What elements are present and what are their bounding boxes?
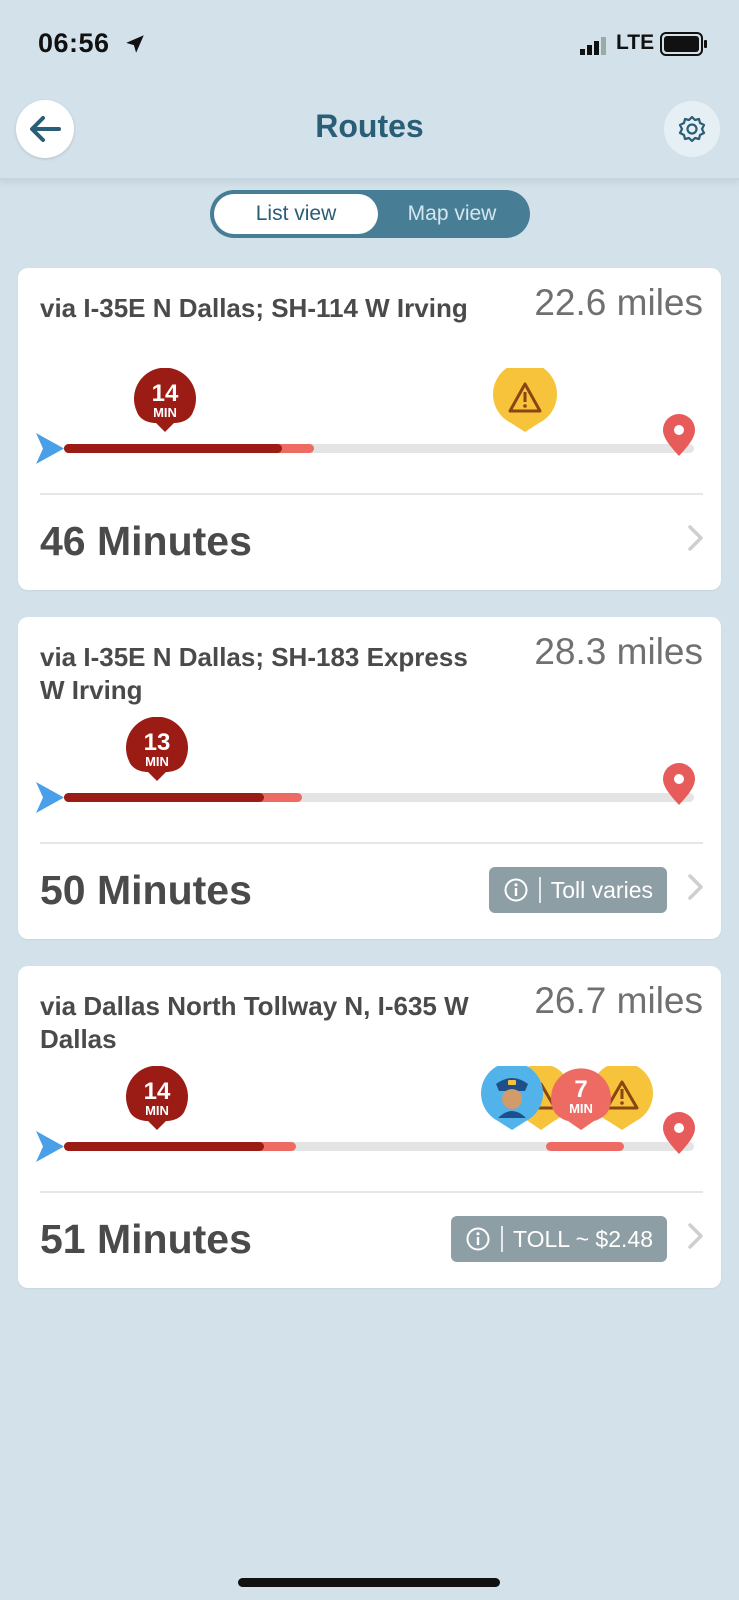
route-traffic-bar: 14 MIN 7 MIN [36,1066,703,1176]
badge-separator [538,877,541,903]
heavy-traffic-segment [64,444,282,453]
route-duration: 50 Minutes [40,867,252,913]
map-view-tab[interactable]: Map view [378,194,526,234]
delay-unit: MIN [569,1101,593,1116]
info-icon [466,1227,490,1251]
status-bar: 06:56 LTE [0,0,739,90]
start-arrow-icon [36,433,64,464]
route-name: via I-35E N Dallas; SH-114 W Irving [40,293,468,323]
traffic-delay-pin: 7 MIN [551,1068,611,1130]
toll-badge[interactable]: Toll varies [488,867,667,913]
divider [40,1191,703,1193]
divider [40,493,703,495]
network-type: LTE [616,31,655,54]
chevron-right-icon [688,525,703,551]
route-card[interactable]: via I-35E N Dallas; SH-183 Express W Irv… [18,617,721,939]
settings-button[interactable] [664,101,720,157]
traffic-delay-pin: 14 MIN [134,368,196,432]
route-card[interactable]: via I-35E N Dallas; SH-114 W Irving 22.6… [18,268,721,590]
route-distance: 22.6 miles [534,282,703,323]
signal-strength-icon [580,37,606,55]
route-duration: 46 Minutes [40,518,252,564]
route-name: via I-35E N Dallas; SH-183 Express W Irv… [40,642,468,705]
location-arrow-icon [126,35,144,53]
header: Routes [0,90,739,180]
traffic-delay-pin: 13 MIN [126,717,188,781]
moderate-traffic-segment [546,1142,624,1151]
hazard-warning-icon [493,368,557,432]
heavy-traffic-segment [64,1142,264,1151]
route-traffic-bar: 13 MIN [36,717,703,827]
delay-unit: MIN [145,1103,169,1118]
delay-minutes: 13 [144,729,171,756]
divider [40,842,703,844]
route-name: via Dallas North Tollway N, I-635 W Dall… [40,991,469,1054]
start-arrow-icon [36,1131,64,1162]
status-time: 06:56 [38,28,110,58]
delay-unit: MIN [145,754,169,769]
badge-separator [500,1226,503,1252]
page-title: Routes [315,108,424,144]
chevron-right-icon [688,874,703,900]
battery-icon [660,32,707,56]
route-duration: 51 Minutes [40,1216,252,1262]
start-arrow-icon [36,782,64,813]
route-traffic-bar: 14 MIN [36,368,703,478]
heavy-traffic-segment [64,793,264,802]
traffic-delay-pin: 14 MIN [126,1066,188,1130]
route-distance: 28.3 miles [534,631,703,672]
route-card[interactable]: via Dallas North Tollway N, I-635 W Dall… [18,966,721,1288]
route-distance: 26.7 miles [534,980,703,1021]
toll-label: TOLL ~ $2.48 [512,1225,653,1252]
view-toggle: List view Map view [210,190,530,238]
list-view-tab[interactable]: List view [214,194,378,234]
delay-unit: MIN [153,405,177,420]
home-indicator[interactable] [238,1578,500,1587]
gear-icon [678,115,706,143]
info-icon [504,878,528,902]
chevron-right-icon [688,1223,703,1249]
delay-minutes: 7 [574,1076,587,1103]
delay-minutes: 14 [152,380,179,407]
toll-label: Toll varies [550,876,653,903]
delay-minutes: 14 [144,1078,171,1105]
toll-badge[interactable]: TOLL ~ $2.48 [450,1216,667,1262]
